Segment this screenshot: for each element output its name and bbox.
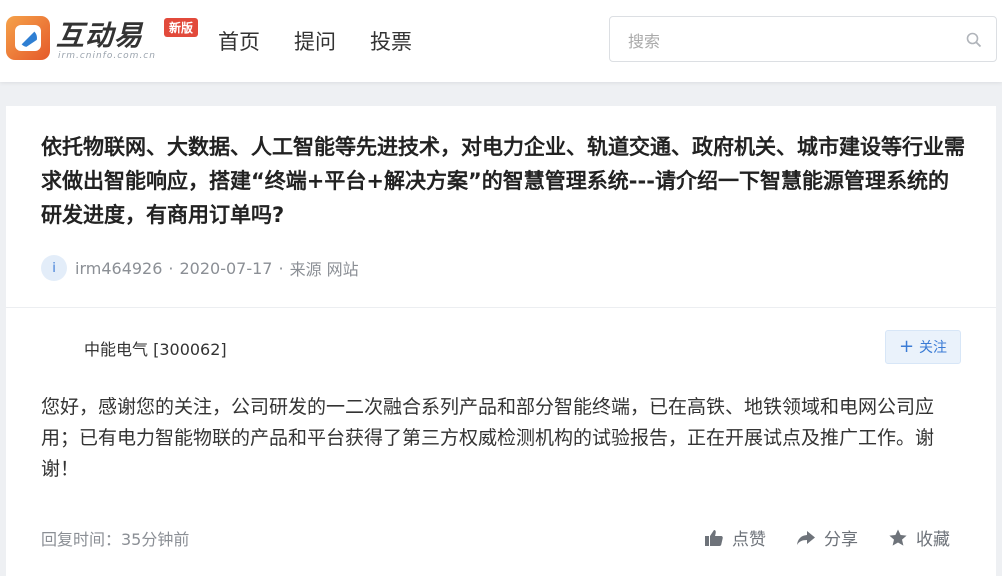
plus-icon: + <box>898 336 915 357</box>
like-label: 点赞 <box>732 530 766 550</box>
qa-card: 依托物联网、大数据、人工智能等先进技术，对电力企业、轨道交通、政府机关、城市建设… <box>6 106 996 576</box>
source-label: 来源 <box>289 260 322 279</box>
avatar[interactable]: i <box>41 255 67 281</box>
share-label: 分享 <box>824 530 858 550</box>
thumbs-up-icon <box>705 529 723 546</box>
answer-text: 您好，感谢您的关注，公司研发的一二次融合系列产品和部分智能终端，已在高铁、地铁领… <box>41 396 935 480</box>
divider <box>6 307 996 308</box>
main-nav: 首页 提问 投票 <box>218 26 412 56</box>
logo-icon <box>6 16 50 60</box>
logo-url: irm.cninfo.com.cn <box>58 51 156 61</box>
nav-vote[interactable]: 投票 <box>370 26 412 56</box>
search-box <box>609 16 997 62</box>
follow-button[interactable]: + 关注 <box>885 330 961 364</box>
share-button[interactable]: 分享 <box>796 525 858 550</box>
site-logo[interactable]: 互动易 新版 irm.cninfo.com.cn <box>6 14 206 66</box>
top-header: 互动易 新版 irm.cninfo.com.cn 首页 提问 投票 <box>0 0 1002 82</box>
logo-text: 互动易 <box>56 19 144 52</box>
share-icon <box>797 530 815 545</box>
answer-actions: 点赞 分享 收藏 <box>704 525 950 550</box>
new-version-badge: 新版 <box>164 18 199 37</box>
nav-home[interactable]: 首页 <box>218 26 260 56</box>
company-name[interactable]: 中能电气 [300062] <box>84 336 227 360</box>
question-title: 依托物联网、大数据、人工智能等先进技术，对电力企业、轨道交通、政府机关、城市建设… <box>41 135 965 227</box>
reply-time: 回复时间：35分钟前 <box>41 530 190 549</box>
search-icon[interactable] <box>966 32 982 48</box>
question-date: 2020-07-17 <box>179 258 273 278</box>
question-meta: i irm464926 · 2020-07-17 · 来源 网站 <box>41 254 359 282</box>
star-icon <box>889 529 907 546</box>
collect-label: 收藏 <box>916 530 950 550</box>
collect-button[interactable]: 收藏 <box>888 525 950 550</box>
follow-label: 关注 <box>919 340 948 356</box>
search-input[interactable] <box>626 28 950 54</box>
source-value: 网站 <box>326 260 359 279</box>
asker-username[interactable]: irm464926 <box>75 259 162 278</box>
nav-ask[interactable]: 提问 <box>294 26 336 56</box>
like-button[interactable]: 点赞 <box>704 525 766 550</box>
